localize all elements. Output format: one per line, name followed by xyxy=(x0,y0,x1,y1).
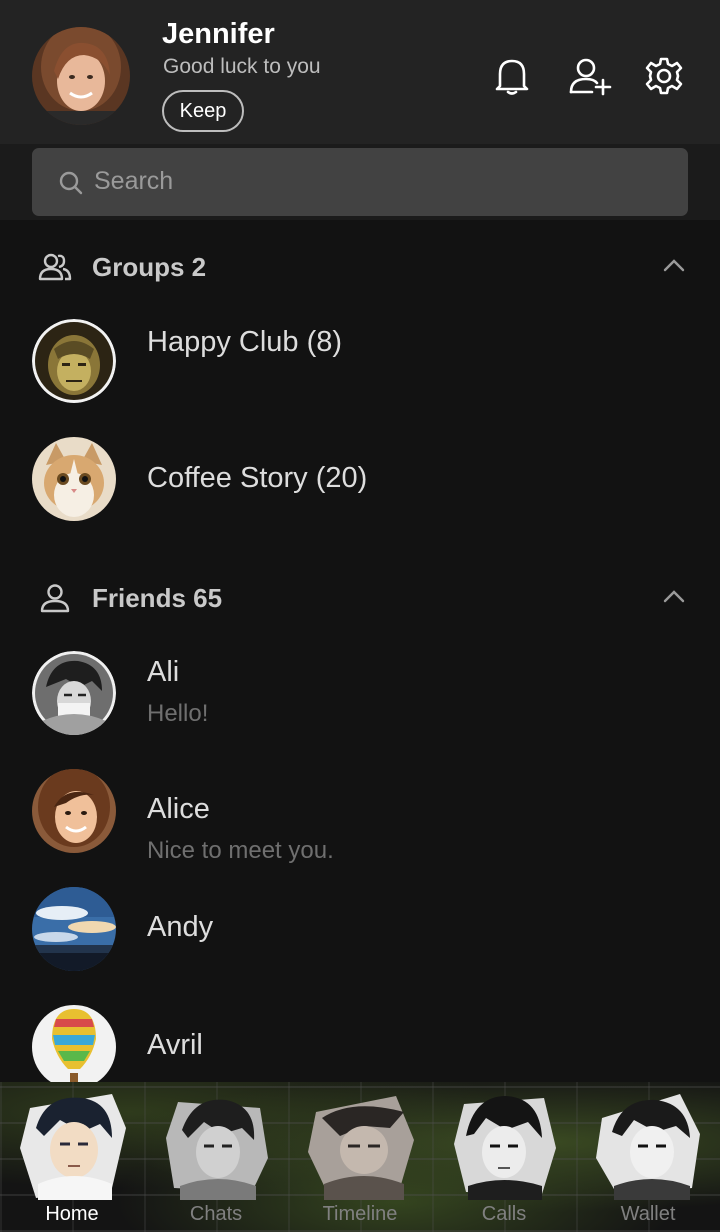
keep-button[interactable]: Keep xyxy=(162,90,244,132)
chats-tab-icon xyxy=(166,1099,268,1200)
bell-icon[interactable] xyxy=(490,54,534,98)
group-name: Coffee Story (20) xyxy=(147,462,368,494)
friend-name: Avril xyxy=(147,1029,203,1061)
group-icon xyxy=(38,253,72,281)
wallet-tab-icon xyxy=(596,1094,700,1200)
avatar xyxy=(32,1005,116,1089)
friend-row-andy[interactable]: Andy xyxy=(0,874,720,984)
bottom-navigation: Home Chats Timeline Calls Wallet xyxy=(0,1082,720,1232)
gear-icon[interactable] xyxy=(642,54,686,98)
profile-status-message: Good luck to you xyxy=(163,55,321,78)
avatar xyxy=(32,437,116,521)
groups-section-title: Groups 2 xyxy=(92,252,207,282)
nav-timeline[interactable]: Timeline xyxy=(288,1082,432,1232)
avatar xyxy=(32,651,116,735)
home-tab-icon xyxy=(20,1094,126,1200)
friend-row-ali[interactable]: Ali Hello! xyxy=(0,638,720,748)
calls-tab-icon xyxy=(454,1096,556,1200)
chevron-up-icon[interactable] xyxy=(662,588,686,604)
search-bar-container: Search xyxy=(0,144,720,220)
nav-label: Calls xyxy=(481,1203,527,1225)
avatar xyxy=(32,319,116,403)
search-input[interactable]: Search xyxy=(32,148,688,216)
friend-status-message: Nice to meet you. xyxy=(147,837,334,864)
friend-name: Ali xyxy=(147,656,180,688)
friends-section-header[interactable]: Friends 65 xyxy=(0,568,720,628)
friend-name: Alice xyxy=(147,793,210,825)
nav-home[interactable]: Home xyxy=(0,1082,144,1232)
profile-avatar[interactable] xyxy=(32,27,130,125)
groups-section-header[interactable]: Groups 2 xyxy=(0,237,720,297)
nav-wallet[interactable]: Wallet xyxy=(576,1082,720,1232)
friends-section-title: Friends 65 xyxy=(92,583,223,613)
chevron-up-icon[interactable] xyxy=(662,257,686,273)
nav-calls[interactable]: Calls xyxy=(432,1082,576,1232)
friend-status-message: Hello! xyxy=(147,700,209,727)
profile-name: Jennifer xyxy=(162,18,275,50)
timeline-tab-icon xyxy=(308,1096,414,1200)
group-row-coffee-story[interactable]: Coffee Story (20) xyxy=(0,424,720,534)
nav-label: Home xyxy=(45,1203,99,1225)
group-name: Happy Club (8) xyxy=(147,326,343,358)
friend-icon xyxy=(40,584,70,613)
group-row-happy-club[interactable]: Happy Club (8) xyxy=(0,306,720,416)
nav-chats[interactable]: Chats xyxy=(144,1082,288,1232)
nav-label: Chats xyxy=(189,1203,243,1225)
nav-label: Timeline xyxy=(322,1203,398,1225)
search-placeholder: Search xyxy=(94,167,174,195)
search-icon xyxy=(59,171,83,195)
avatar xyxy=(32,769,116,853)
friend-row-alice[interactable]: Alice Nice to meet you. xyxy=(0,756,720,866)
nav-label: Wallet xyxy=(620,1203,676,1225)
friend-name: Andy xyxy=(147,911,214,943)
profile-header: Jennifer Good luck to you Keep xyxy=(0,0,720,144)
add-friend-icon[interactable] xyxy=(568,54,612,98)
avatar xyxy=(32,887,116,971)
